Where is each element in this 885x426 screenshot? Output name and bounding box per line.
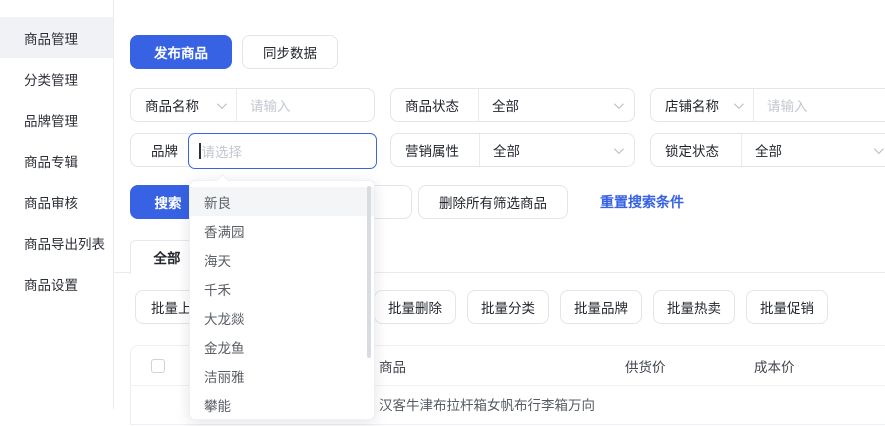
lock-status-label: 锁定状态 [651, 134, 741, 166]
filter-lock-status: 锁定状态 全部 [650, 133, 885, 167]
shop-name-label: 店铺名称 [665, 95, 719, 115]
column-cost-price: 成本价 [754, 346, 795, 386]
sidebar-item-product-export-list[interactable]: 商品导出列表 [0, 222, 113, 263]
filter-row-1: 商品名称 请输入 商品状态 全部 店铺名称 [130, 88, 885, 122]
product-status-select[interactable]: 全部 [479, 89, 634, 121]
product-name-field-select[interactable]: 商品名称 [131, 89, 236, 121]
chevron-down-icon [614, 99, 624, 109]
text-cursor [199, 143, 201, 159]
sidebar-item-category-management[interactable]: 分类管理 [0, 58, 113, 99]
toolbar: 发布商品 同步数据 [130, 35, 338, 69]
brand-label: 品牌 [131, 134, 188, 166]
batch-hot-sale-button[interactable]: 批量热卖 [653, 290, 735, 324]
sidebar-item-product-review[interactable]: 商品审核 [0, 181, 113, 222]
brand-dropdown-menu: 新良 香满园 海天 千禾 大龙燚 金龙鱼 洁丽雅 攀能 [189, 180, 375, 420]
main-content: 发布商品 同步数据 商品名称 请输入 商品状态 全部 [114, 0, 885, 409]
product-name-input[interactable]: 请输入 [237, 89, 374, 121]
column-supply-price: 供货价 [625, 346, 666, 386]
batch-brand-button[interactable]: 批量品牌 [560, 290, 642, 324]
marketing-attr-label: 营销属性 [391, 134, 479, 166]
product-name-cell: 汉客牛津布拉杆箱女帆布行李箱万向 [379, 394, 595, 414]
select-all-checkbox[interactable] [151, 359, 165, 373]
batch-delete-button[interactable]: 批量删除 [374, 290, 456, 324]
sidebar-item-product-album[interactable]: 商品专辑 [0, 140, 113, 181]
shop-name-input[interactable]: 请输入 [754, 89, 885, 121]
chevron-down-icon [734, 99, 744, 109]
dropdown-option[interactable]: 香满园 [190, 216, 374, 245]
marketing-attr-value: 全部 [493, 140, 520, 160]
product-status-value: 全部 [492, 95, 519, 115]
dropdown-option[interactable]: 新良 [190, 187, 374, 216]
sidebar-item-product-settings[interactable]: 商品设置 [0, 263, 113, 304]
reset-search-link[interactable]: 重置搜索条件 [600, 185, 684, 219]
dropdown-option[interactable]: 金龙鱼 [190, 332, 374, 361]
product-status-label: 商品状态 [391, 89, 478, 121]
batch-buttons-group: 批量删除 批量分类 批量品牌 批量热卖 批量促销 [374, 290, 828, 324]
filter-product-status: 商品状态 全部 [390, 88, 635, 122]
shop-name-placeholder: 请输入 [767, 95, 808, 115]
filter-marketing-attr: 营销属性 全部 [390, 133, 635, 167]
column-product: 商品 [379, 346, 406, 386]
delete-filtered-products-button[interactable]: 删除所有筛选商品 [418, 185, 568, 219]
filter-row-2: 品牌 请选择 营销属性 全部 锁定状态 全部 [130, 133, 885, 167]
brand-placeholder: 请选择 [202, 141, 243, 161]
chevron-down-icon [614, 144, 624, 154]
dropdown-option[interactable]: 大龙燚 [190, 303, 374, 332]
filter-product-name: 商品名称 请输入 [130, 88, 375, 122]
lock-status-select[interactable]: 全部 [742, 134, 885, 166]
chevron-down-icon [217, 99, 227, 109]
filter-shop-name: 店铺名称 请输入 [650, 88, 885, 122]
lock-status-value: 全部 [755, 140, 782, 160]
brand-select-input[interactable]: 请选择 [188, 133, 377, 169]
dropdown-option[interactable]: 海天 [190, 245, 374, 274]
dropdown-option[interactable]: 攀能 [190, 390, 374, 419]
chevron-down-icon [874, 144, 884, 154]
sidebar: 商品管理 分类管理 品牌管理 商品专辑 商品审核 商品导出列表 商品设置 [0, 0, 114, 409]
dropdown-arrow [216, 174, 229, 187]
product-name-placeholder: 请输入 [250, 95, 291, 115]
filter-brand: 品牌 请选择 [130, 133, 375, 167]
dropdown-scrollbar[interactable] [367, 186, 371, 358]
sync-data-button[interactable]: 同步数据 [242, 35, 338, 69]
sidebar-item-product-management[interactable]: 商品管理 [0, 17, 113, 58]
marketing-attr-select[interactable]: 全部 [480, 134, 634, 166]
publish-product-button[interactable]: 发布商品 [130, 35, 232, 69]
sidebar-item-brand-management[interactable]: 品牌管理 [0, 99, 113, 140]
shop-name-field-select[interactable]: 店铺名称 [651, 89, 753, 121]
batch-category-button[interactable]: 批量分类 [467, 290, 549, 324]
batch-promotion-button[interactable]: 批量促销 [746, 290, 828, 324]
product-name-label: 商品名称 [145, 95, 199, 115]
dropdown-option[interactable]: 洁丽雅 [190, 361, 374, 390]
dropdown-option[interactable]: 千禾 [190, 274, 374, 303]
